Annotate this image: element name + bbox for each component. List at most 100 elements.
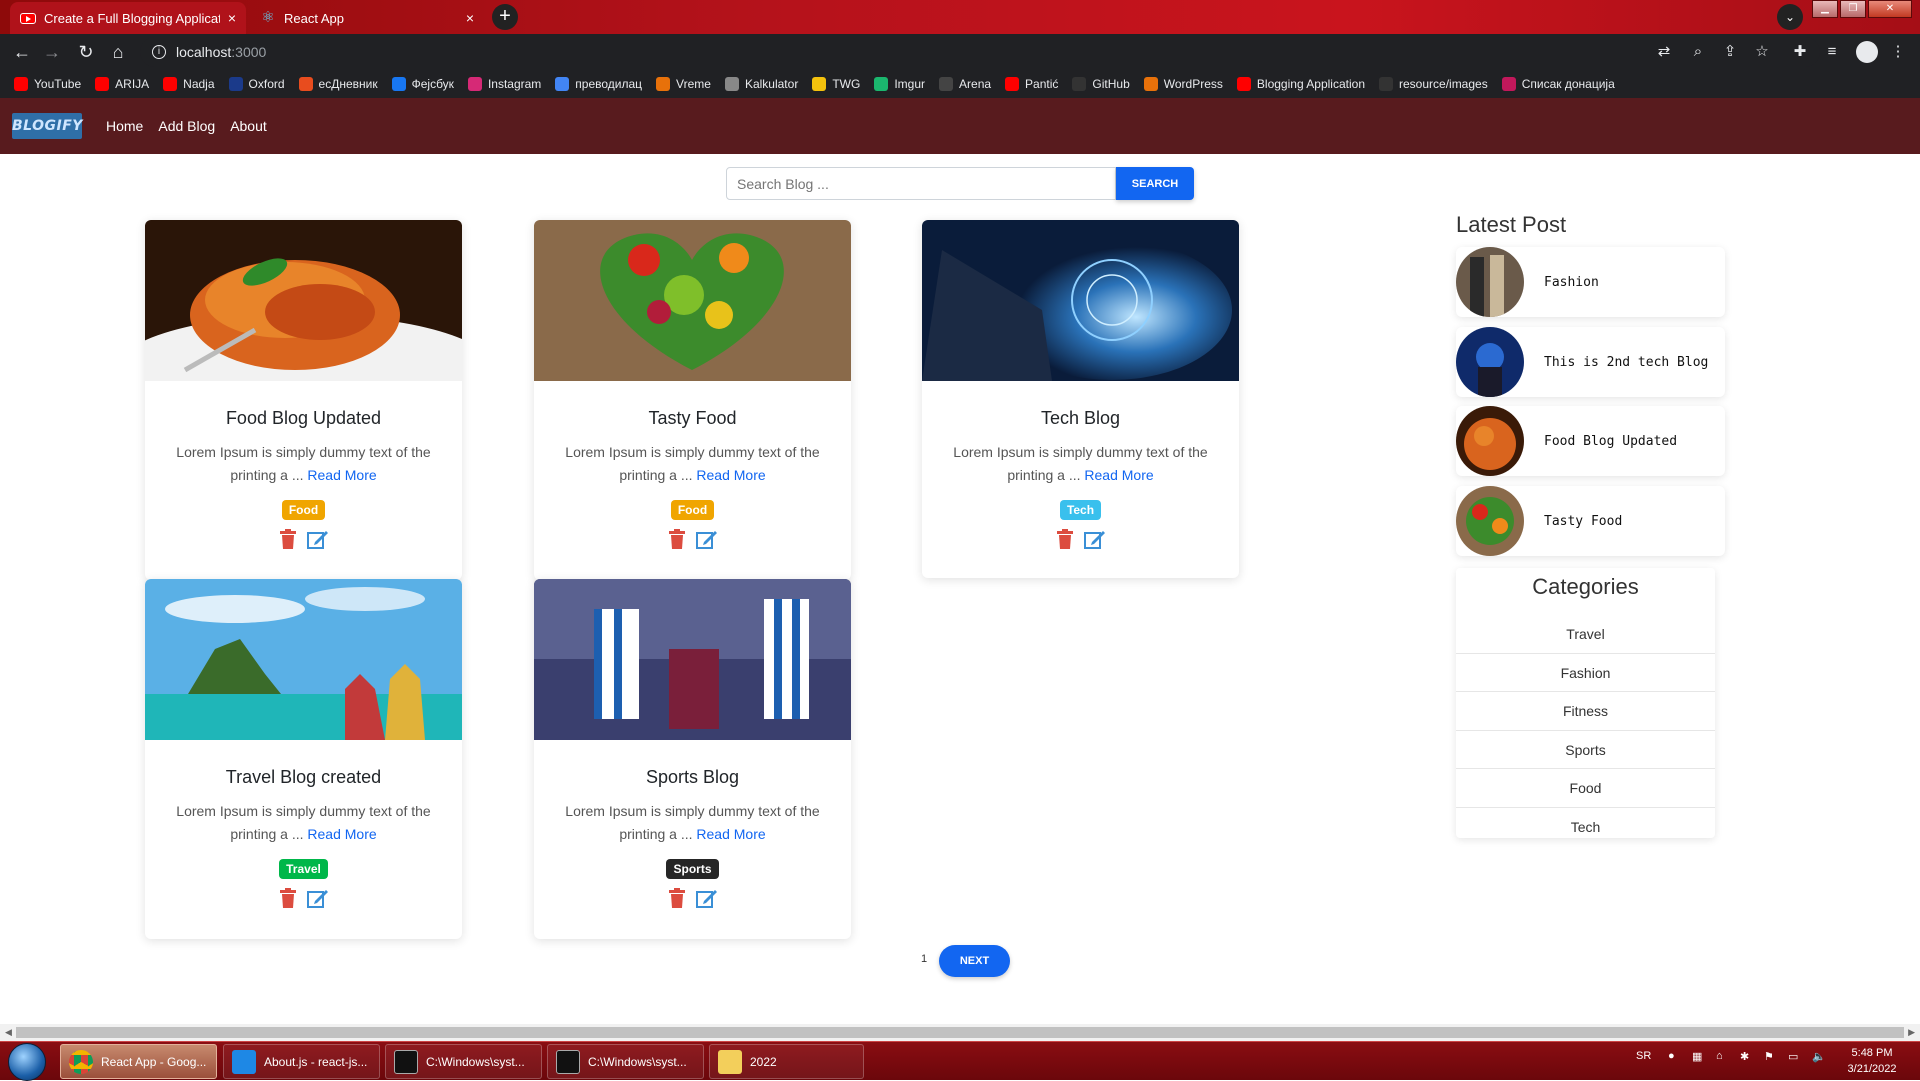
bookmark-item[interactable]: YouTube bbox=[14, 77, 81, 91]
category-item-food[interactable]: Food bbox=[1456, 769, 1715, 808]
edit-icon[interactable] bbox=[306, 888, 329, 908]
nav-add-blog[interactable]: Add Blog bbox=[158, 118, 215, 134]
bookmark-item[interactable]: ARIJA bbox=[95, 77, 149, 91]
bookmark-item[interactable]: Blogging Application bbox=[1236, 77, 1365, 91]
nav-about[interactable]: About bbox=[230, 118, 267, 134]
latest-post-item[interactable]: Tasty Food bbox=[1456, 486, 1725, 556]
bookmark-favicon-icon bbox=[939, 77, 954, 91]
category-item-fitness[interactable]: Fitness bbox=[1456, 692, 1715, 731]
bookmark-item[interactable]: TWG bbox=[812, 77, 860, 91]
edit-icon[interactable] bbox=[695, 888, 718, 908]
tab-youtube-tutorial[interactable]: Create a Full Blogging Applicatio × bbox=[10, 2, 246, 34]
share-icon[interactable]: ⇪ bbox=[1718, 40, 1742, 64]
trash-icon[interactable] bbox=[279, 529, 297, 549]
scroll-left-icon[interactable]: ◀ bbox=[5, 1027, 12, 1038]
category-item-tech[interactable]: Tech bbox=[1456, 808, 1715, 847]
back-arrow-icon[interactable]: ← bbox=[10, 40, 34, 64]
blogify-logo[interactable]: BLOGIFY bbox=[12, 113, 82, 139]
category-item-fashion[interactable]: Fashion bbox=[1456, 654, 1715, 692]
window-close-button[interactable]: ✕ bbox=[1868, 0, 1912, 18]
bookmark-item[interactable]: resource/images bbox=[1379, 77, 1488, 91]
bookmark-item[interactable]: Pantić bbox=[1005, 77, 1058, 91]
trash-icon[interactable] bbox=[279, 888, 297, 908]
restore-button[interactable]: ❐ bbox=[1840, 0, 1866, 18]
category-badge: Tech bbox=[1059, 500, 1102, 520]
bookmark-item[interactable]: есДневник bbox=[298, 77, 378, 91]
translate-icon[interactable]: ⇄ bbox=[1652, 40, 1676, 64]
zoom-icon[interactable]: ⌕ bbox=[1686, 40, 1710, 64]
home-icon[interactable]: ⌂ bbox=[106, 40, 130, 64]
profile-avatar[interactable] bbox=[1856, 41, 1878, 63]
site-info-icon[interactable]: i bbox=[152, 45, 166, 59]
trash-icon[interactable] bbox=[1056, 529, 1074, 549]
horizontal-scrollbar[interactable]: ◀ ▶ bbox=[0, 1024, 1920, 1041]
next-page-button[interactable]: NEXT bbox=[939, 945, 1010, 977]
edit-icon[interactable] bbox=[695, 529, 718, 549]
bookmark-item[interactable]: Nadja bbox=[163, 77, 215, 91]
read-more-link[interactable]: Read More bbox=[696, 467, 765, 483]
latest-post-item[interactable]: Fashion bbox=[1456, 247, 1725, 317]
bookmark-item[interactable]: Фејсбук bbox=[391, 77, 454, 91]
bookmark-favicon-icon bbox=[298, 77, 313, 91]
action-center-icon[interactable]: ⚑ bbox=[1764, 1050, 1774, 1063]
category-item-sports[interactable]: Sports bbox=[1456, 731, 1715, 769]
forward-arrow-icon[interactable]: → bbox=[40, 40, 64, 64]
read-more-link[interactable]: Read More bbox=[307, 467, 376, 483]
trash-icon[interactable] bbox=[668, 888, 686, 908]
bookmark-item[interactable]: преводилац bbox=[555, 77, 642, 91]
bookmark-item[interactable]: Imgur bbox=[874, 77, 925, 91]
bluetooth-icon[interactable]: ✱ bbox=[1740, 1050, 1749, 1063]
nav-home[interactable]: Home bbox=[106, 118, 143, 134]
latest-post-item[interactable]: Food Blog Updated bbox=[1456, 406, 1725, 476]
network-icon[interactable]: ▦ bbox=[1692, 1050, 1702, 1063]
scrollbar-thumb[interactable] bbox=[16, 1027, 1904, 1038]
tab-react-app[interactable]: ⚛ React App × bbox=[250, 2, 484, 34]
bookmark-item[interactable]: Arena bbox=[939, 77, 991, 91]
address-bar[interactable]: i localhost:3000 bbox=[140, 37, 1820, 67]
latest-post-item[interactable]: This is 2nd tech Blog bbox=[1456, 327, 1725, 397]
edit-icon[interactable] bbox=[1083, 529, 1106, 549]
windows-taskbar: React App - Goog... About.js - react-js.… bbox=[0, 1041, 1920, 1081]
menu-kebab-icon[interactable]: ⋮ bbox=[1886, 40, 1910, 64]
read-more-link[interactable]: Read More bbox=[307, 826, 376, 842]
bookmark-item[interactable]: Vreme bbox=[656, 77, 711, 91]
read-more-link[interactable]: Read More bbox=[1084, 467, 1153, 483]
taskbar-item-vscode[interactable]: About.js - react-js... bbox=[223, 1044, 380, 1079]
bookmark-item[interactable]: WordPress bbox=[1143, 77, 1223, 91]
volume-icon[interactable]: 🔈 bbox=[1812, 1050, 1826, 1063]
taskbar-item-cmd-1[interactable]: C:\Windows\syst... bbox=[385, 1044, 542, 1079]
close-icon[interactable]: × bbox=[466, 10, 474, 26]
bookmark-item[interactable]: Kalkulator bbox=[724, 77, 798, 91]
bookmark-item[interactable]: GitHub bbox=[1072, 77, 1130, 91]
search-button[interactable]: SEARCH bbox=[1116, 167, 1194, 200]
start-button[interactable] bbox=[8, 1043, 46, 1081]
current-page-number[interactable]: 1 bbox=[921, 953, 927, 965]
new-tab-button[interactable]: + bbox=[492, 4, 518, 30]
extensions-icon[interactable]: ✚ bbox=[1788, 40, 1812, 64]
bookmark-item[interactable]: Списак донација bbox=[1501, 77, 1615, 91]
bookmark-item[interactable]: Oxford bbox=[228, 77, 285, 91]
scroll-right-icon[interactable]: ▶ bbox=[1908, 1027, 1915, 1038]
tab-search-button[interactable]: ⌄ bbox=[1777, 4, 1803, 30]
reload-icon[interactable]: ↻ bbox=[74, 40, 98, 64]
read-more-link[interactable]: Read More bbox=[696, 826, 765, 842]
taskbar-item-cmd-2[interactable]: C:\Windows\syst... bbox=[547, 1044, 704, 1079]
minimize-button[interactable]: ▁ bbox=[1812, 0, 1838, 18]
taskbar-item-chrome[interactable]: React App - Goog... bbox=[60, 1044, 217, 1079]
edit-icon[interactable] bbox=[306, 529, 329, 549]
trash-icon[interactable] bbox=[668, 529, 686, 549]
reading-list-icon[interactable]: ≡ bbox=[1820, 40, 1844, 64]
category-item-travel[interactable]: Travel bbox=[1456, 615, 1715, 654]
taskbar-item-folder[interactable]: 2022 bbox=[709, 1044, 864, 1079]
terminal-icon bbox=[394, 1049, 418, 1074]
usb-icon[interactable]: ⌂ bbox=[1716, 1050, 1723, 1062]
bookmark-star-icon[interactable]: ☆ bbox=[1750, 40, 1774, 64]
bookmark-item[interactable]: Instagram bbox=[467, 77, 541, 91]
security-icon[interactable]: ● bbox=[1668, 1050, 1675, 1062]
language-indicator[interactable]: SR bbox=[1636, 1050, 1651, 1062]
search-input[interactable] bbox=[726, 167, 1116, 200]
category-badge: Travel bbox=[279, 859, 328, 879]
display-icon[interactable]: ▭ bbox=[1788, 1050, 1798, 1063]
system-clock[interactable]: 5:48 PM 3/21/2022 bbox=[1836, 1045, 1908, 1077]
close-icon[interactable]: × bbox=[228, 10, 236, 26]
